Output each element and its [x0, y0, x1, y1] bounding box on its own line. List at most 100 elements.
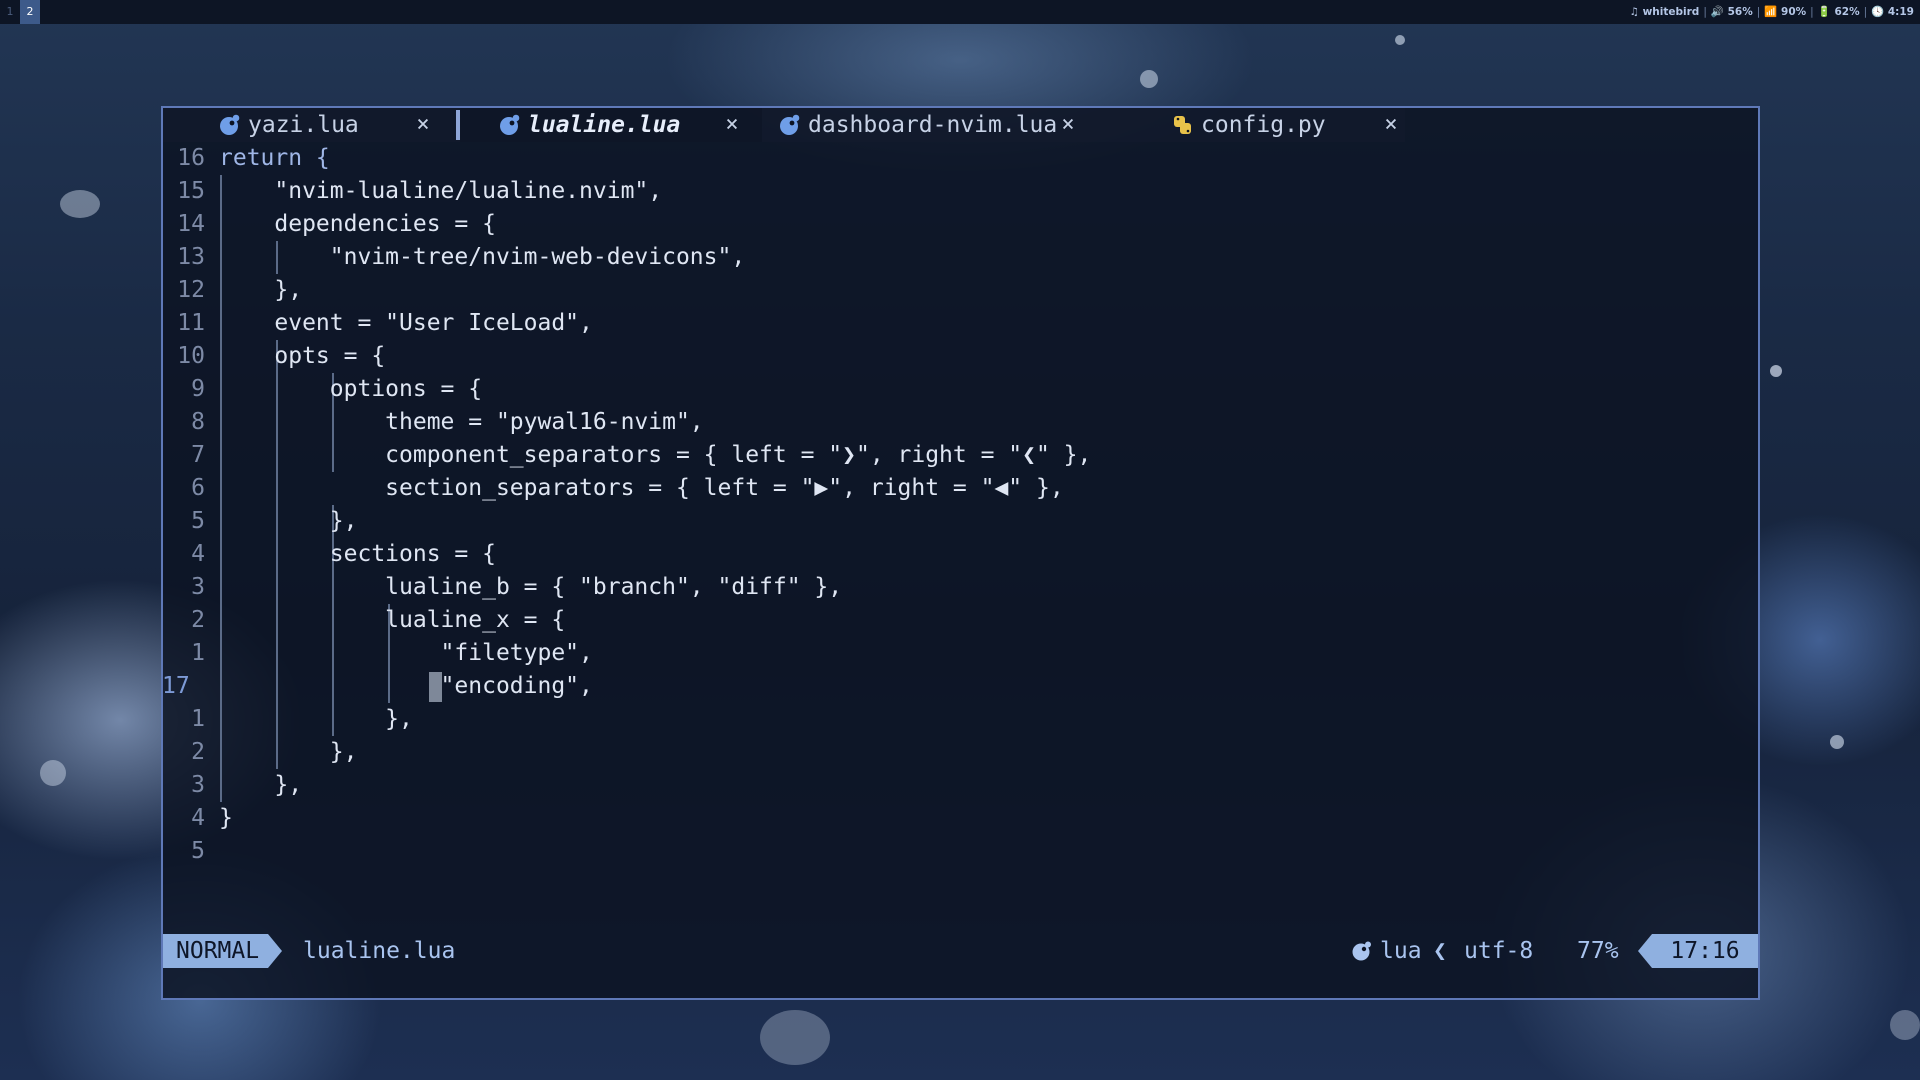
- code-line: 4 sections = {: [163, 538, 1758, 571]
- code-text: "nvim-lualine/lualine.nvim",: [219, 178, 663, 204]
- component-separator: ❮: [1433, 938, 1447, 964]
- line-number: 3: [191, 574, 205, 600]
- line-number: 10: [177, 343, 205, 369]
- tab-config-py[interactable]: config.py ×: [1171, 108, 1401, 142]
- code-text: },: [219, 508, 358, 534]
- battery-widget: 62%: [1834, 6, 1860, 18]
- clock-widget[interactable]: 4:19: [1888, 6, 1914, 18]
- code-line: 2 },: [163, 736, 1758, 769]
- line-number: 13: [177, 244, 205, 270]
- code-text: },: [219, 277, 303, 303]
- code-line: 1 },: [163, 703, 1758, 736]
- tab-lualine-lua[interactable]: lualine.lua ×: [498, 108, 758, 142]
- cursor-location: 17:16: [1652, 934, 1758, 968]
- code-line: 14 dependencies = {: [163, 208, 1758, 241]
- line-number: 11: [177, 310, 205, 336]
- line-number: 6: [191, 475, 205, 501]
- code-text: section_separators = { left = "▶", right…: [219, 475, 1064, 501]
- code-line: 6 section_separators = { left = "▶", rig…: [163, 472, 1758, 505]
- volume-widget[interactable]: 🔊 56%: [1711, 6, 1753, 18]
- workspace-1-button[interactable]: 1: [0, 0, 20, 24]
- buffer-tabline: yazi.lua × lualine.lua × dashboard-nvim.…: [163, 108, 1758, 142]
- tab-label: yazi.lua: [248, 112, 359, 138]
- line-number: 9: [191, 376, 205, 402]
- lualine-statusline: NORMAL lualine.lua lua ❮ utf-8 77% 17:16: [163, 934, 1758, 968]
- section-separator: [1638, 934, 1652, 968]
- code-text: component_separators = { left = "❯", rig…: [219, 442, 1092, 468]
- line-number: 2: [191, 607, 205, 633]
- code-line: 5: [163, 835, 1758, 868]
- code-text: lualine_x = {: [219, 607, 566, 633]
- tab-dashboard-nvim-lua[interactable]: dashboard-nvim.lua ×: [778, 108, 1078, 142]
- line-number: 12: [177, 277, 205, 303]
- line-number: 5: [191, 508, 205, 534]
- code-text: options = {: [219, 376, 483, 402]
- lua-icon: [220, 114, 240, 135]
- system-status: ♫ whitebird | 🔊 56% | 📶 90% | 🔋 62% | 🕓 4:19: [1629, 6, 1914, 18]
- code-line: 1 "filetype",: [163, 637, 1758, 670]
- code-text: sections = {: [219, 541, 496, 567]
- section-separator: [268, 934, 282, 968]
- workspace-2-button[interactable]: 2: [20, 0, 40, 24]
- statusline-encoding: utf-8: [1464, 938, 1534, 964]
- code-text: dependencies = {: [219, 211, 496, 237]
- code-text: event = "User IceLoad",: [219, 310, 593, 336]
- close-icon[interactable]: ×: [1381, 108, 1401, 142]
- wifi-widget[interactable]: 90%: [1781, 6, 1806, 18]
- statusline-filetype: lua: [1380, 938, 1422, 964]
- line-number: 8: [191, 409, 205, 435]
- code-text: },: [219, 772, 303, 798]
- tab-label: dashboard-nvim.lua: [808, 112, 1058, 138]
- code-line: 3 },: [163, 769, 1758, 802]
- line-number: 5: [191, 838, 205, 864]
- code-line: 3 lualine_b = { "branch", "diff" },: [163, 571, 1758, 604]
- code-text: theme = "pywal16-nvim",: [219, 409, 704, 435]
- code-text: lualine_b = { "branch", "diff" },: [219, 574, 843, 600]
- close-icon[interactable]: ×: [413, 108, 433, 142]
- lua-icon: [500, 114, 520, 135]
- music-widget[interactable]: ♫ whitebird: [1630, 6, 1700, 18]
- battery-icon: 🔋: [1817, 6, 1835, 18]
- code-line: 8 theme = "pywal16-nvim",: [163, 406, 1758, 439]
- line-number: 14: [177, 211, 205, 237]
- tab-label: config.py: [1201, 112, 1326, 138]
- mode-indicator: NORMAL: [163, 934, 268, 968]
- code-text: opts = {: [219, 343, 386, 369]
- code-line: 10 opts = {: [163, 340, 1758, 373]
- tab-yazi-lua[interactable]: yazi.lua ×: [218, 108, 458, 142]
- code-text: "filetype",: [219, 640, 593, 666]
- lua-icon: [780, 114, 800, 135]
- wifi-icon: 📶: [1764, 6, 1782, 18]
- current-line-number: 17: [162, 673, 190, 699]
- close-icon[interactable]: ×: [1058, 108, 1078, 142]
- clock-icon: 🕓: [1871, 6, 1888, 18]
- line-number: 15: [177, 178, 205, 204]
- code-editor[interactable]: 16 return { 15 "nvim-lualine/lualine.nvim…: [163, 142, 1758, 952]
- line-number: 4: [191, 541, 205, 567]
- code-line: 9 options = {: [163, 373, 1758, 406]
- code-line: 11 event = "User IceLoad",: [163, 307, 1758, 340]
- code-line: 5 },: [163, 505, 1758, 538]
- code-line: 4}: [163, 802, 1758, 835]
- code-line: 16 return {: [163, 142, 1758, 175]
- code-text: }: [219, 805, 233, 831]
- lua-icon: [1352, 941, 1371, 961]
- line-number: 4: [191, 805, 205, 831]
- line-number: 2: [191, 739, 205, 765]
- code-text: return {: [219, 145, 330, 171]
- line-number: 7: [191, 442, 205, 468]
- tab-label: lualine.lua: [528, 112, 681, 138]
- code-text: },: [219, 706, 413, 732]
- code-line: 7 component_separators = { left = "❯", r…: [163, 439, 1758, 472]
- code-text: "encoding",: [219, 673, 593, 699]
- terminal-window[interactable]: yazi.lua × lualine.lua × dashboard-nvim.…: [161, 106, 1760, 1000]
- code-text: },: [219, 739, 358, 765]
- code-text: "nvim-tree/nvim-web-devicons",: [219, 244, 746, 270]
- code-line: 15 "nvim-lualine/lualine.nvim",: [163, 175, 1758, 208]
- close-icon[interactable]: ×: [722, 108, 742, 142]
- statusline-filename: lualine.lua: [303, 938, 456, 964]
- current-code-line: 17 "encoding",: [163, 670, 1758, 703]
- code-line: 2 lualine_x = {: [163, 604, 1758, 637]
- line-number: 3: [191, 772, 205, 798]
- python-icon: [1174, 116, 1191, 134]
